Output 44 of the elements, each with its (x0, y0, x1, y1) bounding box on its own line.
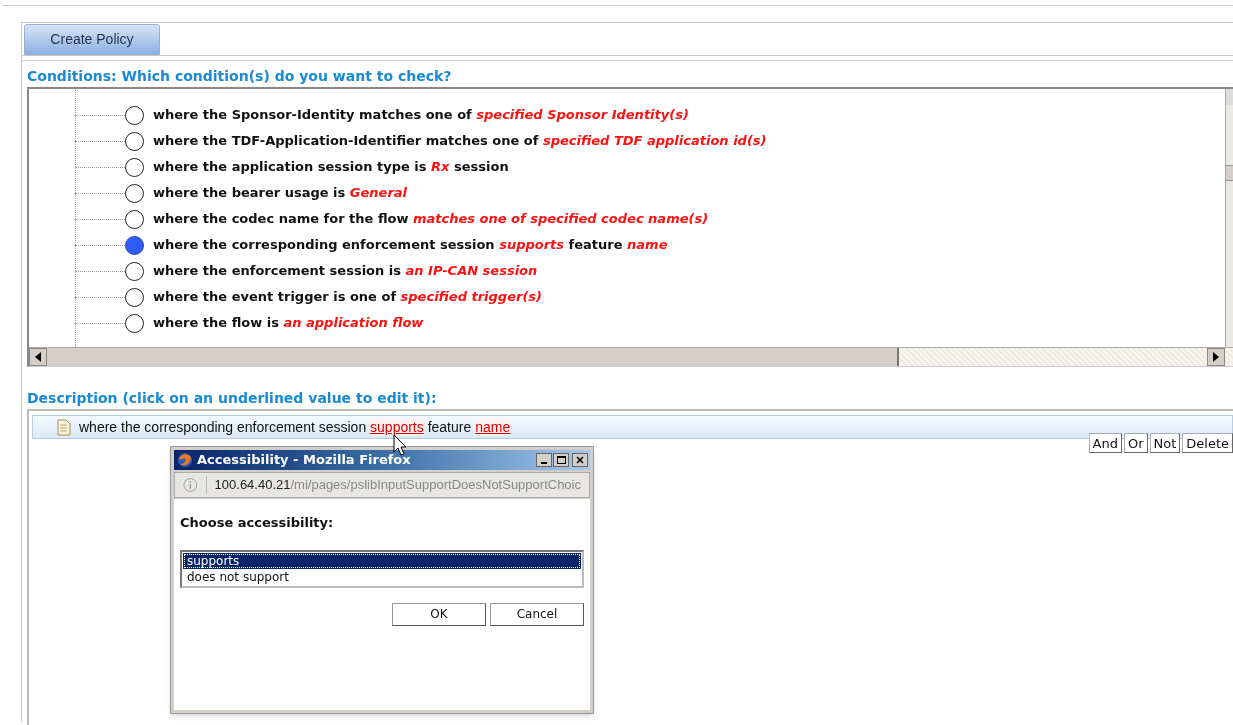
condition-text: where the bearer usage is General (153, 184, 408, 203)
description-heading: Description (click on an underlined value to edit it): (27, 389, 438, 407)
condition-text: where the codec name for the flow matches one of specified codec name(s) (153, 210, 709, 229)
condition-text: where the flow is an application flow (153, 314, 424, 333)
logic-button[interactable]: Delete (1182, 433, 1233, 453)
cursor-icon (393, 434, 407, 456)
accessibility-list[interactable]: supports does not support (180, 549, 584, 588)
horizontal-scrollbar[interactable] (29, 347, 1233, 366)
minimize-button[interactable] (536, 453, 552, 467)
info-icon (183, 477, 198, 493)
radio-button[interactable] (125, 313, 144, 333)
list-option[interactable]: supports (183, 552, 581, 569)
logic-button[interactable]: Or (1123, 433, 1148, 453)
close-icon (576, 456, 584, 464)
description-row[interactable]: where the corresponding enforcement session supports feature name (32, 415, 1233, 439)
dialog-title: Accessibility - Mozilla Firefox (197, 451, 412, 470)
radio-button[interactable] (125, 235, 144, 255)
radio-button[interactable] (125, 131, 144, 151)
dialog-button[interactable]: Cancel (490, 602, 584, 626)
radio-button[interactable] (125, 261, 144, 281)
description-text: where the corresponding enforcement session supports feature name (79, 417, 511, 437)
condition-text: where the application session type is Rx session (153, 158, 509, 177)
globe-icon (177, 452, 193, 468)
radio-button[interactable] (125, 105, 144, 125)
dialog-button[interactable]: OK (392, 602, 486, 626)
logic-button[interactable]: And (1088, 433, 1122, 453)
list-option[interactable]: does not support (183, 568, 581, 585)
condition-text: where the enforcement session is an IP-CAN session (153, 262, 538, 281)
maximize-button[interactable] (553, 453, 569, 467)
create-policy-tab[interactable]: Create Policy (24, 24, 160, 55)
radio-button[interactable] (125, 183, 144, 203)
dialog-prompt: Choose accessibility: (180, 514, 335, 532)
radio-button[interactable] (125, 157, 144, 177)
logic-button[interactable]: Not (1149, 433, 1181, 453)
condition-text: where the TDF-Application-Identifier matches one of specified TDF application id(s) (153, 132, 767, 151)
url-text: 100.64.40.21/mi/pages/pslibInputSupportDoesNotSupportChoic (214, 476, 581, 495)
conditions-heading: Conditions: Which condition(s) do you want to check? (27, 67, 453, 85)
condition-text: where the event trigger is one of specified trigger(s) (153, 288, 542, 307)
radio-button[interactable] (125, 209, 144, 229)
document-icon (57, 418, 71, 436)
condition-text: where the corresponding enforcement session supports feature name (153, 236, 668, 255)
radio-button[interactable] (125, 287, 144, 307)
close-button[interactable] (572, 453, 588, 467)
condition-text: where the Sponsor-Identity matches one of specified Sponsor Identity(s) (153, 106, 689, 125)
